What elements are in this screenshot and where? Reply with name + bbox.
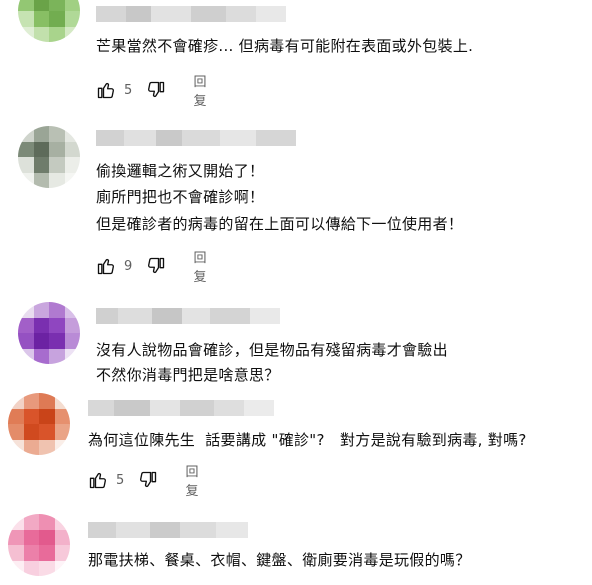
avatar[interactable] [8, 514, 70, 576]
comment-text-line: 但是確診者的病毒的留在上面可以傳給下一位使用者！ [96, 215, 464, 233]
comment-text: 芒果當然不會確疹... 但病毒有可能附在表面或外包裝上. [96, 37, 474, 55]
thumb-up-icon[interactable] [96, 255, 116, 277]
username-blurred[interactable] [96, 6, 286, 22]
like-count: 9 [124, 258, 133, 274]
comment-actions: 9 回复 [96, 251, 215, 285]
like-count: 5 [116, 472, 125, 488]
comment-actions: 5 回复 [88, 465, 207, 499]
username-blurred[interactable] [96, 308, 280, 324]
thumb-down-icon[interactable] [146, 255, 166, 277]
thumb-down-icon[interactable] [138, 469, 158, 491]
avatar[interactable] [18, 0, 80, 42]
comment-text-line: 不然你消毒門把是啥意思？ [96, 366, 280, 384]
comment-text: 為何這位陳先生 話要講成 "確診"? 對方是說有驗到病毒, 對嗎? [88, 431, 527, 449]
thumb-up-icon[interactable] [96, 79, 116, 101]
reply-button[interactable]: 回复 [186, 461, 208, 499]
username-blurred[interactable] [88, 400, 274, 416]
reply-button[interactable]: 回复 [194, 71, 216, 109]
avatar[interactable] [8, 393, 70, 455]
comment-text-line: 偷換邏輯之術又開始了！ [96, 162, 265, 180]
comment-text-line: 沒有人說物品會確診，但是物品有殘留病毒才會驗出 [96, 341, 448, 359]
comment-text: 那電扶梯、餐桌、衣帽、鍵盤、衛廁要消毒是玩假的嗎？ [88, 551, 471, 569]
comment-actions: 5 回复 [96, 75, 215, 109]
thumb-down-icon[interactable] [146, 79, 166, 101]
like-count: 5 [124, 82, 133, 98]
thumb-up-icon[interactable] [88, 469, 108, 491]
avatar[interactable] [18, 126, 80, 188]
username-blurred[interactable] [96, 130, 296, 146]
reply-button[interactable]: 回复 [194, 247, 216, 285]
username-blurred[interactable] [88, 522, 248, 538]
comment-text-line: 廁所門把也不會確診啊！ [96, 188, 265, 206]
separator [0, 388, 592, 396]
avatar[interactable] [18, 302, 80, 364]
